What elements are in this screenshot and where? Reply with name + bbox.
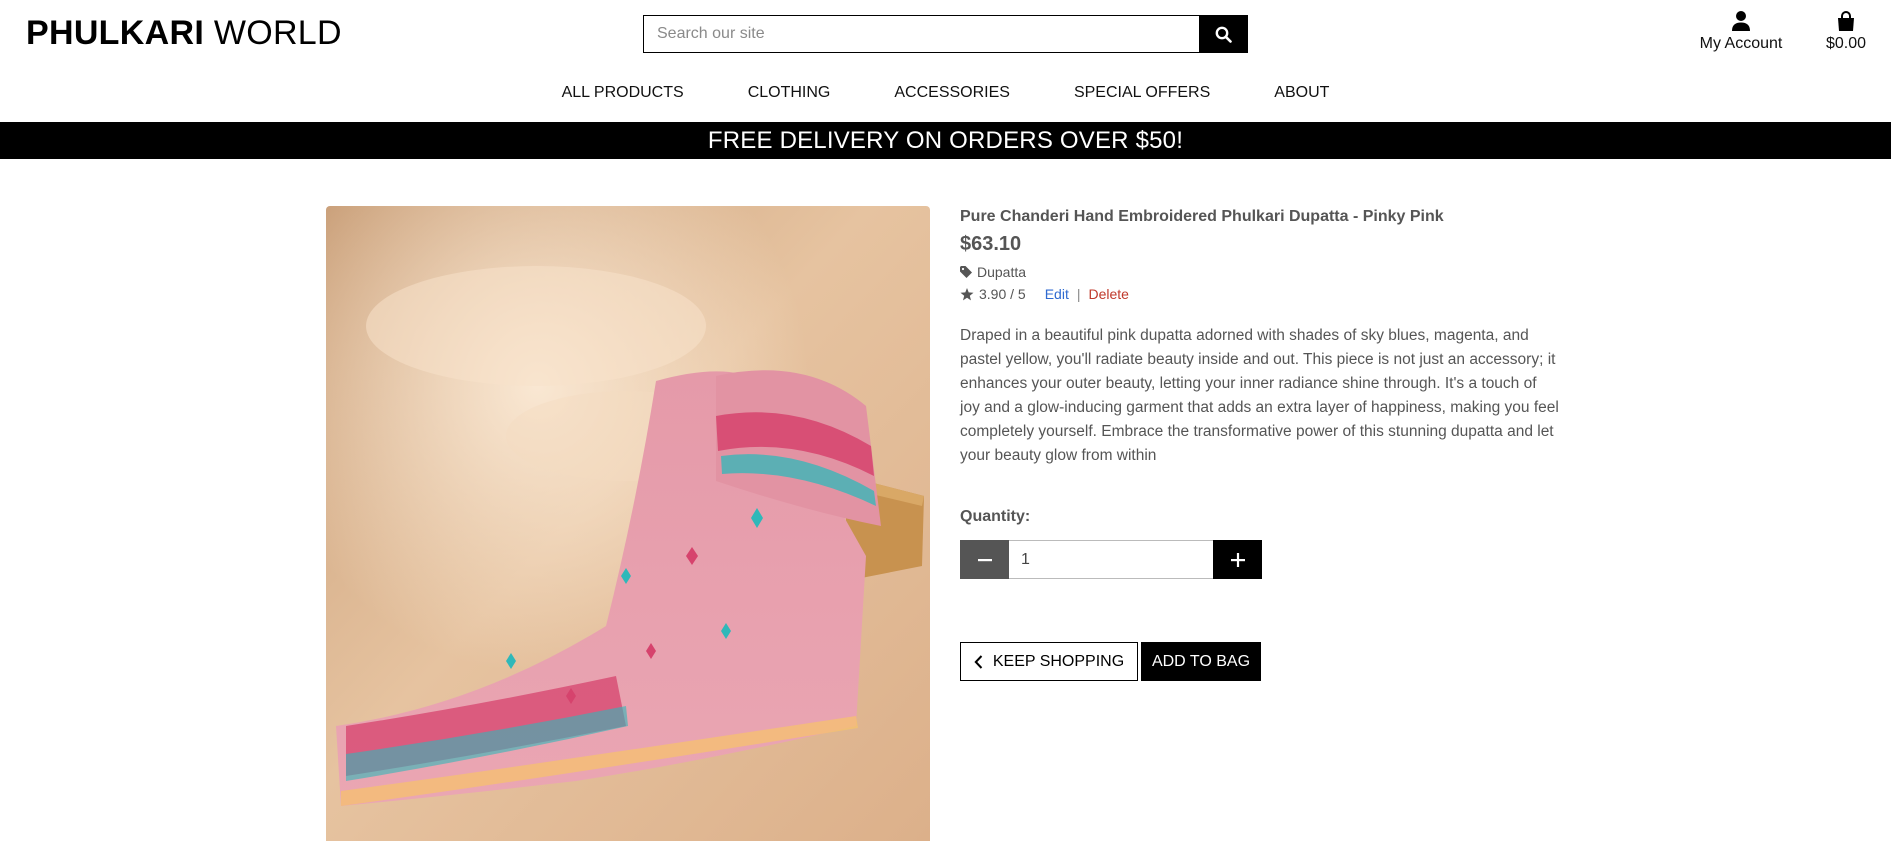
my-account-label: My Account [1699,35,1783,52]
product-price: $63.10 [960,233,1022,255]
decrement-quantity-button[interactable] [960,540,1009,579]
product-image [326,206,930,841]
main-navigation: ALL PRODUCTS CLOTHING ACCESSORIES SPECIA… [0,84,1891,102]
keep-shopping-button[interactable]: KEEP SHOPPING [960,642,1138,681]
quantity-stepper [960,540,1262,579]
product-category[interactable]: Dupatta [960,264,1560,280]
shopping-bag-link[interactable]: $0.00 [1818,10,1874,53]
rating-value: 3.90 / 5 [979,286,1026,302]
product-photo [326,206,930,841]
product-description: Draped in a beautiful pink dupatta adorn… [960,327,1559,464]
logo-bold-text: PHULKARI [26,14,205,52]
search-form [643,15,1248,53]
search-input[interactable] [643,15,1199,53]
nav-about[interactable]: ABOUT [1242,84,1361,102]
free-delivery-banner: FREE DELIVERY ON ORDERS OVER $50! [0,122,1891,159]
quantity-label: Quantity: [960,508,1031,525]
nav-accessories[interactable]: ACCESSORIES [862,84,1042,102]
product-details: Pure Chanderi Hand Embroidered Phulkari … [960,208,1560,526]
chevron-left-icon [974,654,983,669]
site-logo[interactable]: PHULKARI WORLD [26,14,342,53]
star-icon [960,287,974,300]
nav-special-offers[interactable]: SPECIAL OFFERS [1042,84,1242,102]
delete-product-link[interactable]: Delete [1088,286,1128,302]
category-label: Dupatta [977,264,1027,280]
quantity-input[interactable] [1009,540,1213,579]
nav-clothing[interactable]: CLOTHING [716,84,863,102]
search-icon [1215,26,1232,43]
product-rating-row: 3.90 / 5 Edit | Delete [960,286,1560,302]
edit-product-link[interactable]: Edit [1045,286,1069,302]
plus-icon [1230,552,1245,567]
add-to-bag-button[interactable]: ADD TO BAG [1141,642,1261,681]
increment-quantity-button[interactable] [1213,540,1262,579]
keep-shopping-label: KEEP SHOPPING [992,652,1125,670]
minus-icon [977,558,992,561]
search-button[interactable] [1199,15,1248,53]
logo-light-text: WORLD [213,14,342,52]
my-account-link[interactable]: My Account [1694,10,1788,53]
user-icon [1732,11,1750,31]
product-name: Pure Chanderi Hand Embroidered Phulkari … [960,208,1444,225]
nav-all-products[interactable]: ALL PRODUCTS [530,84,716,102]
link-separator: | [1076,286,1081,302]
shopping-bag-icon [1838,11,1854,31]
tag-icon [960,266,972,278]
bag-total: $0.00 [1825,35,1867,52]
